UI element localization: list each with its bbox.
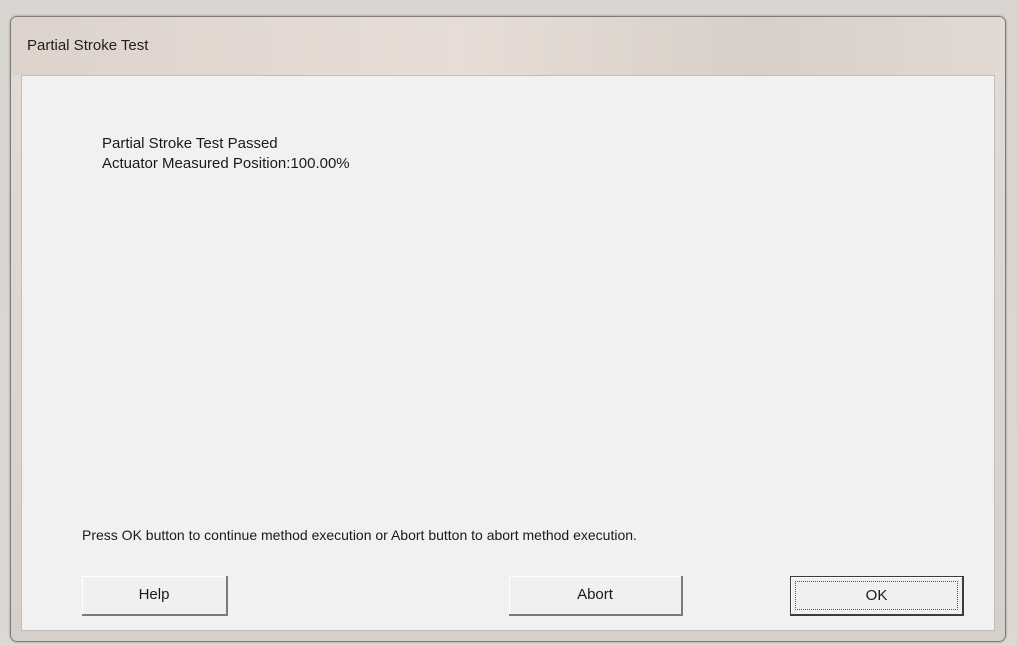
result-message: Partial Stroke Test Passed Actuator Meas… — [102, 134, 350, 174]
ok-button[interactable]: OK — [790, 576, 964, 616]
instruction-text: Press OK button to continue method execu… — [82, 527, 637, 543]
ok-button-label: OK — [865, 587, 888, 604]
title-bar[interactable]: Partial Stroke Test — [11, 17, 1005, 75]
abort-button[interactable]: Abort — [509, 576, 683, 616]
dialog-content-area: Partial Stroke Test Passed Actuator Meas… — [21, 75, 995, 631]
position-readout: Actuator Measured Position:100.00% — [102, 155, 350, 172]
status-text: Partial Stroke Test Passed — [102, 135, 278, 152]
screen-background: Partial Stroke Test Partial Stroke Test … — [0, 0, 1017, 646]
help-button[interactable]: Help — [82, 576, 228, 616]
partial-stroke-test-dialog: Partial Stroke Test Partial Stroke Test … — [10, 16, 1006, 642]
dialog-title: Partial Stroke Test — [27, 37, 149, 54]
